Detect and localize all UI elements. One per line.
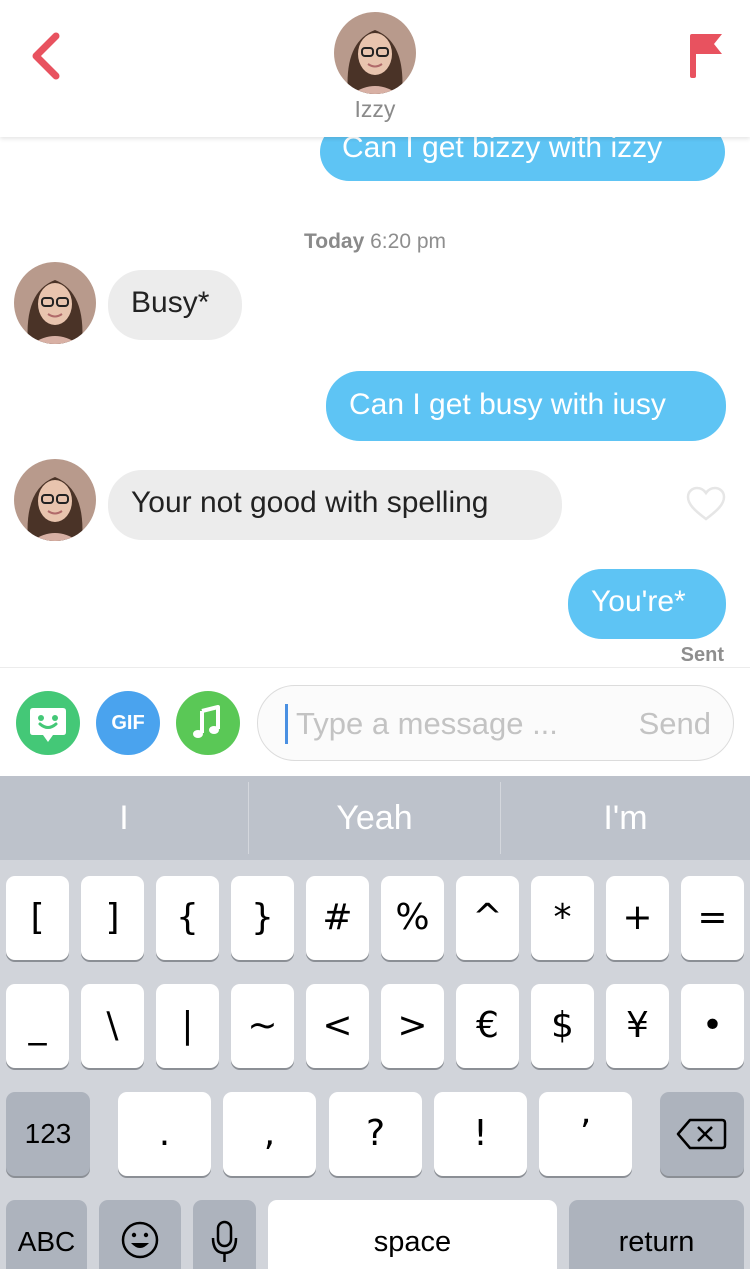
suggestion-1[interactable]: I xyxy=(0,776,248,860)
music-note-icon xyxy=(193,705,220,738)
message-bubble-outgoing: Can I get busy with iusy xyxy=(326,371,726,441)
key[interactable]: [ xyxy=(6,876,69,960)
key[interactable]: { xyxy=(156,876,219,960)
suggestion-bar: I Yeah I'm xyxy=(0,776,750,860)
microphone-icon xyxy=(211,1220,238,1262)
match-name[interactable]: Izzy xyxy=(0,96,750,123)
keyboard: I Yeah I'm [ ] { } # % ^ * + = _ \ | ~ <… xyxy=(0,776,750,1269)
heart-icon xyxy=(686,486,726,521)
numbers-mode-key[interactable]: 123 xyxy=(6,1092,90,1176)
key[interactable]: ! xyxy=(434,1092,527,1176)
emoji-icon xyxy=(121,1221,159,1259)
message-bubble-outgoing: You're* xyxy=(568,569,726,639)
key[interactable]: * xyxy=(531,876,594,960)
key[interactable]: € xyxy=(456,984,519,1068)
suggestion-3[interactable]: I'm xyxy=(501,776,750,860)
key[interactable]: > xyxy=(381,984,444,1068)
message-bubble-outgoing: Can I get bizzy with izzy xyxy=(320,137,725,181)
bitmoji-icon xyxy=(30,708,66,742)
match-avatar[interactable] xyxy=(334,12,416,94)
message-placeholder: Type a message ... xyxy=(296,706,558,741)
abc-mode-key[interactable]: ABC xyxy=(6,1200,87,1269)
suggestion-2[interactable]: Yeah xyxy=(249,776,500,860)
message-avatar[interactable] xyxy=(14,262,96,344)
timestamp: Today 6:20 pm xyxy=(0,230,750,254)
key[interactable]: | xyxy=(156,984,219,1068)
key[interactable]: \ xyxy=(81,984,144,1068)
key[interactable]: ¥ xyxy=(606,984,669,1068)
key[interactable]: % xyxy=(381,876,444,960)
dictation-key[interactable] xyxy=(193,1200,256,1269)
gif-button[interactable]: GIF xyxy=(96,691,160,755)
message-bubble-incoming: Your not good with spelling xyxy=(108,470,562,540)
back-button[interactable] xyxy=(24,30,68,82)
message-status: Sent xyxy=(680,644,724,666)
key[interactable]: < xyxy=(306,984,369,1068)
key[interactable]: ] xyxy=(81,876,144,960)
key[interactable]: _ xyxy=(6,984,69,1068)
message-list[interactable]: Can I get bizzy with izzy Today 6:20 pm … xyxy=(0,137,750,667)
report-button[interactable] xyxy=(686,30,726,82)
key[interactable]: , xyxy=(223,1092,316,1176)
text-cursor xyxy=(285,704,288,744)
key[interactable]: . xyxy=(118,1092,211,1176)
music-button[interactable] xyxy=(176,691,240,755)
key[interactable]: + xyxy=(606,876,669,960)
key[interactable]: ^ xyxy=(456,876,519,960)
key[interactable]: ~ xyxy=(231,984,294,1068)
flag-icon xyxy=(690,34,722,78)
send-button[interactable]: Send xyxy=(639,706,711,742)
timestamp-day: Today xyxy=(303,230,365,253)
space-key[interactable]: space xyxy=(268,1200,557,1269)
chat-header: Izzy xyxy=(0,0,750,137)
key[interactable]: $ xyxy=(531,984,594,1068)
return-key[interactable]: return xyxy=(569,1200,744,1269)
key[interactable]: • xyxy=(681,984,744,1068)
bitmoji-button[interactable] xyxy=(16,691,80,755)
like-message-button[interactable] xyxy=(686,486,726,522)
key[interactable]: ’ xyxy=(539,1092,632,1176)
delete-key[interactable] xyxy=(660,1092,744,1176)
key[interactable]: # xyxy=(306,876,369,960)
key[interactable]: } xyxy=(231,876,294,960)
message-avatar[interactable] xyxy=(14,459,96,541)
timestamp-time: 6:20 pm xyxy=(370,230,447,253)
composer-bar: GIF Type a message ... Send xyxy=(0,667,750,776)
key[interactable]: = xyxy=(681,876,744,960)
message-bubble-incoming: Busy* xyxy=(108,270,242,340)
key[interactable]: ? xyxy=(329,1092,422,1176)
message-input[interactable]: Type a message ... Send xyxy=(257,685,734,761)
chevron-left-icon xyxy=(32,32,60,80)
emoji-key[interactable] xyxy=(99,1200,181,1269)
backspace-icon xyxy=(676,1118,727,1150)
gif-label: GIF xyxy=(111,712,145,734)
